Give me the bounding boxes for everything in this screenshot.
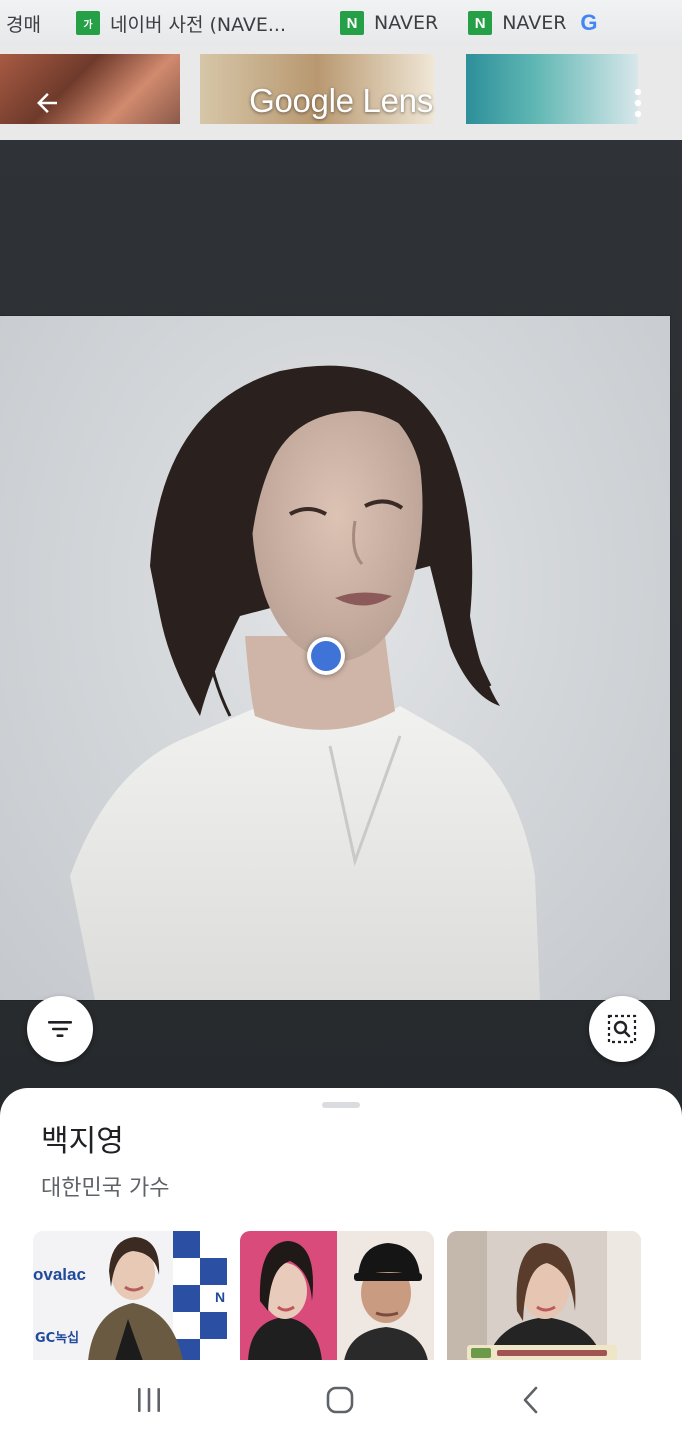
bookmark-naver-2: N NAVER [468,0,566,46]
recent-apps-button[interactable] [119,1380,179,1420]
naver-icon: N [340,11,364,35]
sheet-drag-handle[interactable] [322,1102,360,1108]
bookmark-naver-1-label: NAVER [374,12,439,34]
nav-back-icon [523,1386,538,1414]
bookmark-naver-2-label: NAVER [502,12,567,34]
entity-subtitle: 대한민국 가수 [41,1176,170,1201]
lens-top-bar: Google Lens [0,70,682,136]
search-region-button[interactable] [589,996,655,1062]
bookmark-naver-1: N NAVER [340,0,438,46]
thumbnail-text: 자 [177,1266,190,1282]
filter-icon [48,1021,72,1037]
focus-point-dot[interactable] [307,637,345,675]
camera-viewfinder: 경매 가 네이버 사전 (NAVE... N NAVER N NAVER G [0,0,682,1120]
recent-apps-icon [138,1388,160,1412]
app-title: Google Lens [249,82,433,119]
result-thumbnail[interactable] [447,1231,641,1361]
filter-button[interactable] [27,996,93,1062]
thumbnail-text: N [215,1289,226,1305]
result-thumbnail[interactable]: ovalac 자 N GC녹십 [33,1231,227,1361]
home-button[interactable] [310,1380,370,1420]
bookmark-auction: 경매 [6,13,41,36]
image-search-region-icon [607,1014,637,1044]
entity-title: 백지영 [41,1124,124,1159]
bookmark-naver-dictionary: 가 네이버 사전 (NAVE... [76,0,330,46]
more-options-button[interactable] [618,78,658,128]
result-thumbnails: ovalac 자 N GC녹십 [33,1231,643,1361]
thumbnail-text: GC녹십 [35,1331,80,1346]
system-navigation-bar [0,1360,682,1440]
thumbnail-text: ovalac [33,1265,86,1284]
naver-dictionary-icon: 가 [76,11,100,35]
bookmark-naver-dictionary-label: 네이버 사전 (NAVE... [110,13,287,36]
nav-back-button[interactable] [501,1380,561,1420]
google-icon: G [580,10,598,35]
home-icon [326,1386,354,1414]
browser-bookmarks-bar: 경매 가 네이버 사전 (NAVE... N NAVER N NAVER G [0,0,682,46]
result-thumbnail[interactable] [240,1231,434,1361]
more-vertical-icon [634,88,642,118]
naver-icon: N [468,11,493,35]
